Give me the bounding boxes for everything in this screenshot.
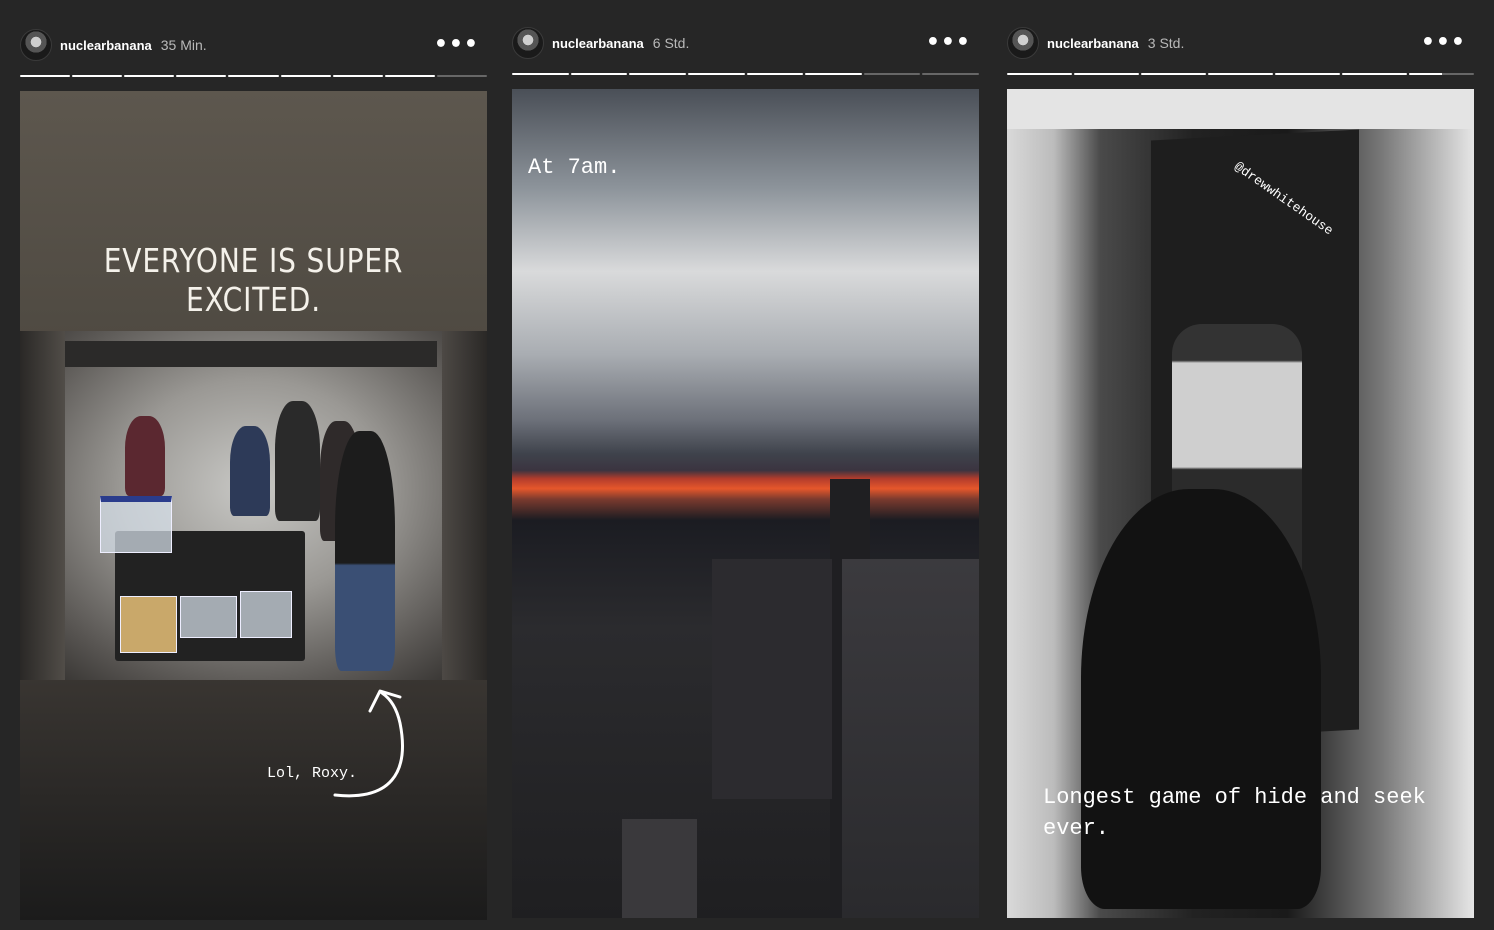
progress-fill xyxy=(687,73,745,75)
username[interactable]: nuclearbanana xyxy=(1047,36,1139,51)
story-caption: Longest game of hide and seek ever. xyxy=(1043,785,1426,841)
story-media: At 7am. xyxy=(512,89,979,918)
progress-segment xyxy=(1141,73,1206,75)
progress-segment xyxy=(1208,73,1273,75)
timestamp: 3 Std. xyxy=(1147,35,1185,51)
progress-fill xyxy=(1342,73,1407,75)
more-options-icon[interactable]: ••• xyxy=(434,34,479,56)
more-options-icon[interactable]: ••• xyxy=(926,32,971,54)
progress-segment xyxy=(1409,73,1474,75)
progress-segment xyxy=(228,75,279,77)
progress-fill xyxy=(124,75,175,77)
coat xyxy=(1081,489,1321,909)
progress-segment xyxy=(384,75,435,77)
progress-segment xyxy=(570,73,628,75)
progress-segment xyxy=(805,73,862,75)
story-media: @drewwhitehouse Longest game of hide and… xyxy=(1007,89,1474,918)
progress-fill xyxy=(176,75,227,77)
avatar[interactable] xyxy=(20,29,52,61)
progress-segment xyxy=(280,75,331,77)
person xyxy=(230,426,270,516)
avatar[interactable] xyxy=(512,27,544,59)
timestamp: 6 Std. xyxy=(652,35,690,51)
story-card-2[interactable]: nuclearbanana 6 Std. ••• At 7am. xyxy=(512,25,979,918)
story-header: nuclearbanana 35 Min. ••• xyxy=(20,27,487,63)
progress-fill xyxy=(1208,73,1273,75)
story-card-3[interactable]: nuclearbanana 3 Std. ••• @drewwhitehouse… xyxy=(1007,25,1474,918)
elevator-photo xyxy=(20,331,487,680)
story-header: nuclearbanana 6 Std. ••• xyxy=(512,25,979,61)
building xyxy=(622,819,697,918)
storage-bin xyxy=(100,496,172,553)
progress-segment xyxy=(922,73,979,75)
person xyxy=(335,431,395,671)
progress-fill xyxy=(280,75,331,77)
progress-fill xyxy=(1007,73,1072,75)
storage-bin xyxy=(120,596,177,653)
story-caption: At 7am. xyxy=(528,155,621,180)
progress-segment xyxy=(746,73,804,75)
person xyxy=(125,416,165,496)
progress-fill xyxy=(228,75,279,77)
progress-fill xyxy=(332,75,383,77)
progress-segment xyxy=(436,75,487,77)
elevator-door-right xyxy=(442,331,487,680)
progress-segment xyxy=(124,75,175,77)
more-options-icon[interactable]: ••• xyxy=(1421,32,1466,54)
story-media: EVERYONE IS SUPER EXCITED. Lol, Roxy. xyxy=(20,91,487,920)
progress-fill xyxy=(1275,73,1340,75)
person xyxy=(275,401,320,521)
username[interactable]: nuclearbanana xyxy=(60,38,152,53)
progress-fill xyxy=(805,73,862,75)
progress-segment xyxy=(72,75,123,77)
story-title-text: EVERYONE IS SUPER EXCITED. xyxy=(103,241,404,319)
progress-segment xyxy=(1074,73,1139,75)
progress-fill xyxy=(746,73,804,75)
building xyxy=(842,559,979,918)
building xyxy=(712,559,832,799)
progress-fill xyxy=(384,75,435,77)
progress-segment xyxy=(629,73,686,75)
story-progress-bar xyxy=(20,75,487,78)
username[interactable]: nuclearbanana xyxy=(552,36,644,51)
progress-fill xyxy=(570,73,628,75)
progress-fill xyxy=(1141,73,1206,75)
story-progress-bar xyxy=(1007,73,1474,76)
elevator-door-left xyxy=(20,331,65,680)
progress-segment xyxy=(863,73,921,75)
storage-bin xyxy=(180,596,237,638)
story-header: nuclearbanana 3 Std. ••• xyxy=(1007,25,1474,61)
storage-bin xyxy=(240,591,292,638)
progress-fill xyxy=(512,73,569,75)
curved-arrow-icon xyxy=(333,689,404,798)
progress-segment xyxy=(1342,73,1407,75)
progress-segment xyxy=(687,73,745,75)
progress-fill xyxy=(20,75,71,77)
ceiling xyxy=(1007,89,1474,129)
progress-fill xyxy=(1074,73,1139,75)
progress-fill xyxy=(629,73,686,75)
progress-segment xyxy=(1275,73,1340,75)
progress-fill xyxy=(1409,73,1442,75)
story-card-1[interactable]: nuclearbanana 35 Min. ••• EVERYONE IS SU… xyxy=(20,27,487,920)
progress-segment xyxy=(1007,73,1072,75)
timestamp: 35 Min. xyxy=(160,37,207,53)
story-progress-bar xyxy=(512,73,979,76)
progress-segment xyxy=(332,75,383,77)
elevator-header-panel xyxy=(65,341,437,367)
progress-fill xyxy=(72,75,123,77)
progress-segment xyxy=(20,75,71,77)
progress-segment xyxy=(176,75,227,77)
story-caption: Lol, Roxy. xyxy=(267,765,358,782)
progress-segment xyxy=(512,73,569,75)
avatar[interactable] xyxy=(1007,27,1039,59)
